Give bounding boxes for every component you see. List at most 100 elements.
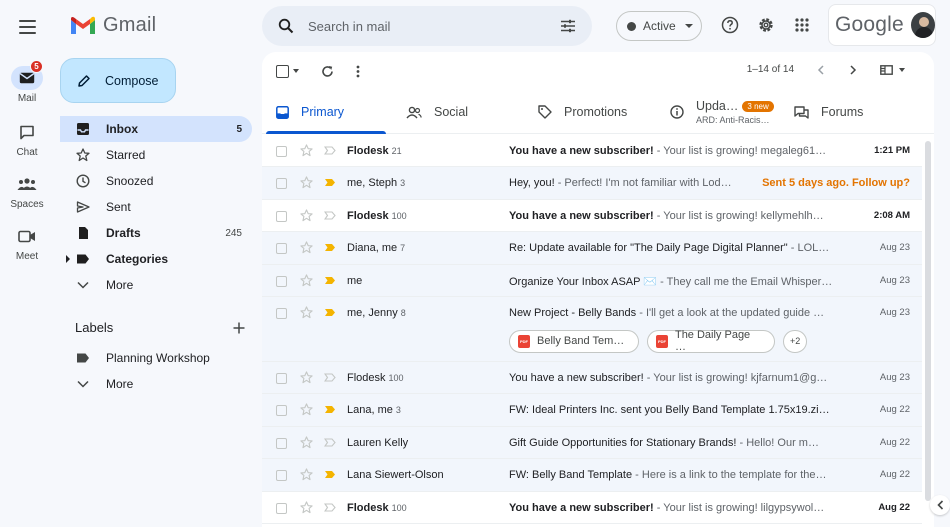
more-attachments-chip[interactable]: +2 [783, 329, 808, 353]
star-icon[interactable] [300, 209, 313, 225]
important-marker-icon[interactable] [324, 276, 336, 288]
email-row[interactable]: Diana, me 7 Re: Update available for "The… [262, 232, 922, 265]
tab-promotions[interactable]: Promotions [518, 90, 650, 134]
email-row[interactable]: Flodesk 21 You have a new subscriber! - Y… [262, 135, 922, 168]
important-marker-icon[interactable] [324, 178, 336, 190]
thread-count: 100 [391, 502, 407, 513]
rail-item-spaces[interactable]: Spaces [0, 172, 54, 210]
star-icon[interactable] [300, 436, 313, 452]
label-item-planning-workshop[interactable]: Planning Workshop [60, 345, 252, 371]
prev-page-button[interactable] [813, 62, 829, 78]
email-snippet: - Hello! Our m… [736, 436, 819, 449]
important-marker-icon[interactable] [323, 502, 336, 515]
thread-count: 100 [388, 372, 404, 383]
next-page-button[interactable] [845, 62, 861, 78]
attachment-chip[interactable]: Belly Band Tem… [509, 329, 639, 353]
refresh-button[interactable] [321, 65, 334, 78]
nav-item-categories[interactable]: Categories [60, 246, 252, 272]
star-icon[interactable] [300, 241, 313, 257]
search-icon[interactable] [278, 18, 294, 34]
star-icon[interactable] [300, 306, 313, 322]
rail-item-meet[interactable]: Meet [0, 224, 54, 262]
row-checkbox[interactable] [276, 405, 287, 417]
star-icon[interactable] [300, 144, 313, 160]
row-checkbox[interactable] [276, 146, 287, 157]
nav-count: 245 [225, 227, 242, 239]
email-row[interactable]: me Organize Your Inbox ASAP ✉️ - They ca… [262, 264, 922, 297]
nav-item-starred[interactable]: Starred [60, 142, 252, 168]
email-row[interactable]: Flodesk 100 You have a new subscriber! - … [262, 199, 922, 233]
email-sender: Diana, me 7 [347, 242, 406, 255]
star-icon[interactable] [300, 273, 313, 290]
nav-item-drafts[interactable]: Drafts 245 [60, 220, 252, 246]
select-all-checkbox[interactable] [276, 64, 289, 78]
email-row[interactable]: me, Steph 3 Hey, you! - Perfect! I'm not … [262, 167, 922, 200]
labels-more[interactable]: More [60, 371, 252, 397]
row-checkbox[interactable] [276, 437, 287, 449]
email-row[interactable]: Lauren Kelly Gift Guide Opportunities fo… [262, 426, 922, 460]
important-marker-icon[interactable] [323, 211, 336, 223]
email-sender: Lana Siewert-Olson [347, 469, 444, 482]
row-checkbox[interactable] [276, 372, 287, 384]
rail-item-chat[interactable]: Chat [0, 120, 54, 158]
tab-forums[interactable]: Forums [784, 90, 904, 134]
expand-caret-icon[interactable] [66, 255, 70, 263]
tab-social[interactable]: Social [386, 90, 518, 134]
row-checkbox[interactable] [276, 470, 287, 482]
important-marker-icon[interactable] [324, 243, 336, 255]
tab-label: Forums [821, 105, 864, 119]
attachment-chip[interactable]: The Daily Page … [647, 329, 775, 353]
important-marker-icon[interactable] [324, 470, 336, 482]
status-selector[interactable]: Active [616, 11, 702, 41]
label-name: More [106, 377, 134, 391]
gmail-logo[interactable]: Gmail [70, 14, 156, 37]
nav-item-snoozed[interactable]: Snoozed [60, 168, 252, 194]
more-actions-button[interactable] [356, 65, 360, 78]
row-checkbox[interactable] [276, 502, 287, 514]
split-pane-toggle[interactable] [876, 62, 908, 78]
tab-updates[interactable]: Upda… 3 new ARD: Anti-Racis… [650, 90, 784, 134]
settings-button[interactable] [756, 15, 776, 35]
gmail-m-icon [71, 16, 95, 34]
search-options-icon[interactable] [560, 19, 576, 33]
star-icon[interactable] [300, 468, 313, 484]
email-row[interactable]: me, Jenny 8 New Project - Belly Bands - I… [262, 296, 922, 362]
star-icon[interactable] [300, 371, 313, 387]
row-checkbox[interactable] [276, 307, 287, 319]
side-panel-toggle[interactable] [930, 495, 950, 515]
main-menu-button[interactable] [14, 14, 40, 40]
account-switcher[interactable]: Google [828, 4, 936, 46]
nav-item-more[interactable]: More [60, 272, 252, 298]
apps-button[interactable] [792, 15, 812, 35]
star-icon[interactable] [300, 176, 313, 192]
email-row[interactable]: Lana Siewert-Olson FW: Belly Band Templa… [262, 459, 922, 492]
compose-button[interactable]: Compose [60, 58, 176, 103]
star-icon[interactable] [300, 500, 313, 517]
help-button[interactable] [720, 15, 740, 35]
email-row[interactable]: Lana, me 3 FW: Ideal Printers Inc. sent y… [262, 394, 922, 427]
row-checkbox[interactable] [276, 243, 287, 255]
row-checkbox[interactable] [276, 210, 287, 222]
row-checkbox[interactable] [276, 275, 287, 287]
list-scrollbar[interactable] [924, 135, 932, 515]
important-marker-icon[interactable] [323, 146, 336, 158]
rail-item-mail[interactable]: 5 Mail [0, 60, 54, 104]
plus-icon[interactable] [233, 322, 245, 334]
important-marker-icon[interactable] [324, 405, 336, 417]
nav-item-inbox[interactable]: Inbox 5 [60, 116, 252, 142]
draft-file-icon [76, 226, 90, 240]
important-marker-icon[interactable] [323, 438, 336, 450]
avatar[interactable] [910, 12, 935, 38]
star-icon[interactable] [300, 403, 313, 419]
important-marker-icon[interactable] [323, 373, 336, 385]
row-checkbox[interactable] [276, 178, 287, 190]
scroll-thumb[interactable] [925, 141, 931, 501]
email-sender: me, Steph 3 [347, 177, 406, 190]
select-dropdown-caret-icon[interactable] [293, 69, 299, 73]
email-row[interactable]: Flodesk 100 You have a new subscriber! - … [262, 361, 922, 395]
important-marker-icon[interactable] [324, 308, 336, 320]
email-row[interactable]: Flodesk 100 You have a new subscriber! - … [262, 491, 922, 524]
tab-primary[interactable]: Primary [262, 90, 386, 134]
search-input[interactable] [308, 18, 560, 34]
nav-item-sent[interactable]: Sent [60, 194, 252, 220]
